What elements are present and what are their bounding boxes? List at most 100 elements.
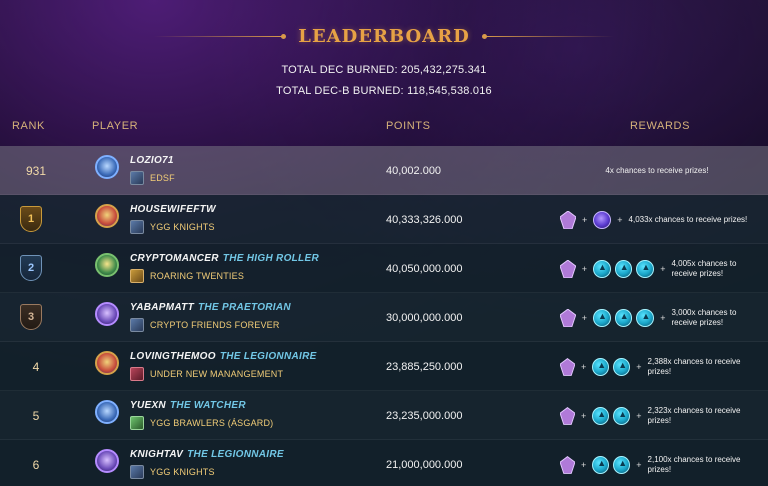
column-header-rank: RANK [12, 120, 45, 132]
player-name[interactable]: KNIGHTAV THE LEGIONNAIRE [130, 449, 284, 460]
total-dec-b-burned: TOTAL DEC-B BURNED: 118,545,538.016 [276, 85, 492, 97]
shard-reward-icon [560, 259, 576, 278]
coin-reward-icon [593, 259, 611, 278]
points-value: 23,235,000.000 [386, 409, 463, 422]
player-name-text: KNIGHTAV [130, 449, 184, 460]
guild-name[interactable]: UNDER NEW MANANGEMENT [150, 369, 283, 379]
shard-reward-icon [560, 455, 575, 474]
guild-name[interactable]: CRYPTO FRIENDS FOREVER [150, 320, 280, 330]
player-title: THE LEGIONNAIRE [219, 351, 317, 362]
rank-value: 4 [32, 359, 40, 374]
player-name[interactable]: CRYPTOMANCER THE HIGH ROLLER [130, 253, 319, 264]
table-row[interactable]: 4 LOVINGTHEMOO THE LEGIONNAIRE UNDER NEW … [0, 342, 768, 391]
guild-crest-icon [130, 416, 144, 430]
table-row[interactable]: 5 YUEXN THE WATCHER YGG BRAWLERS (ÁSGARD)… [0, 391, 768, 440]
guild-name[interactable]: ROARING TWENTIES [150, 271, 244, 281]
rewards-text: 2,388x chances to receive prizes! [647, 356, 741, 376]
player-name-text: YUEXN [130, 400, 166, 411]
points-value: 40,002.000 [386, 164, 442, 177]
rewards-text: 4,005x chances to receive prizes! [671, 258, 737, 278]
total-dec-burned: TOTAL DEC BURNED: 205,432,275.341 [281, 64, 487, 76]
rewards-text: 2,100x chances to receive prizes! [647, 454, 741, 474]
orb-reward-icon [593, 210, 612, 229]
avatar[interactable] [95, 302, 119, 326]
player-title: THE PRAETORIAN [198, 302, 291, 313]
rewards-cell: + + 2,323x chances to receive prizes! [560, 391, 760, 440]
rank-value: 1 [27, 213, 35, 225]
player-name[interactable]: YABAPMATT THE PRAETORIAN [130, 302, 291, 313]
rewards-text: 4,033x chances to receive prizes! [628, 214, 748, 224]
plus-icon: + [636, 459, 642, 470]
plus-icon: + [660, 263, 666, 274]
points-value: 40,050,000.000 [386, 262, 463, 275]
avatar[interactable] [95, 155, 119, 179]
player-name[interactable]: LOVINGTHEMOO THE LEGIONNAIRE [130, 351, 317, 362]
guild-name[interactable]: YGG KNIGHTS [150, 467, 215, 477]
coin-reward-icon [613, 455, 631, 474]
title-divider-right [481, 33, 614, 39]
plus-icon: + [581, 361, 587, 372]
rank-badge-icon: 2 [20, 255, 42, 281]
rank-value: 3 [27, 311, 35, 323]
coin-reward-icon [636, 259, 655, 278]
shard-reward-icon [560, 357, 575, 376]
rewards-cell: + + 3,000x chances to receive prizes! [560, 293, 760, 342]
guild-crest-icon [130, 367, 144, 381]
rewards-text: 4x chances to receive prizes! [605, 166, 709, 175]
player-name-text: LOVINGTHEMOO [130, 351, 216, 362]
plus-icon: + [582, 214, 588, 225]
title-row: LEADERBOARD [0, 22, 768, 50]
title-divider-left [154, 33, 287, 39]
table-row-current-player[interactable]: 931 LOZIO71 EDSF 40,002.000 4x chances t… [0, 146, 768, 195]
rewards-cell: + + 4,033x chances to receive prizes! [560, 195, 760, 244]
player-name-text: CRYPTOMANCER [130, 253, 219, 264]
player-title: THE LEGIONNAIRE [187, 449, 284, 460]
coin-reward-icon [592, 455, 610, 474]
guild-name[interactable]: YGG BRAWLERS (ÁSGARD) [150, 418, 273, 428]
shard-reward-icon [560, 308, 576, 327]
points-value: 40,333,326.000 [386, 213, 463, 226]
player-name-text: LOZIO71 [130, 155, 174, 166]
avatar[interactable] [95, 449, 119, 473]
player-name[interactable]: YUEXN THE WATCHER [130, 400, 246, 411]
leaderboard-header: LEADERBOARD TOTAL DEC BURNED: 205,432,27… [0, 0, 768, 118]
player-name[interactable]: HOUSEWIFEFTW [130, 204, 216, 215]
table-row[interactable]: 1 HOUSEWIFEFTW YGG KNIGHTS 40,333,326.00… [0, 195, 768, 244]
plus-icon: + [660, 312, 666, 323]
column-headers: RANK PLAYER POINTS REWARDS [0, 120, 768, 134]
leaderboard-table: 931 LOZIO71 EDSF 40,002.000 4x chances t… [0, 146, 768, 486]
coin-reward-icon [592, 406, 610, 425]
table-row[interactable]: 3 YABAPMATT THE PRAETORIAN CRYPTO FRIENDS… [0, 293, 768, 342]
table-row[interactable]: 2 CRYPTOMANCER THE HIGH ROLLER ROARING TW… [0, 244, 768, 293]
plus-icon: + [581, 263, 587, 274]
plus-icon: + [581, 410, 587, 421]
points-value: 21,000,000.000 [386, 458, 463, 471]
rank-value: 5 [32, 408, 40, 423]
column-header-rewards: REWARDS [630, 120, 691, 132]
avatar[interactable] [95, 253, 119, 277]
page-title: LEADERBOARD [298, 25, 470, 47]
plus-icon: + [581, 459, 587, 470]
table-row[interactable]: 6 KNIGHTAV THE LEGIONNAIRE YGG KNIGHTS 21… [0, 440, 768, 486]
coin-reward-icon [593, 308, 611, 327]
avatar[interactable] [95, 400, 119, 424]
rewards-text: 3,000x chances to receive prizes! [671, 307, 737, 327]
coin-reward-icon [613, 357, 631, 376]
rank-badge-icon: 1 [20, 206, 42, 232]
player-name[interactable]: LOZIO71 [130, 155, 174, 166]
rank-badge-icon: 3 [20, 304, 42, 330]
avatar[interactable] [95, 204, 119, 228]
guild-crest-icon [130, 269, 144, 283]
guild-name[interactable]: YGG KNIGHTS [150, 222, 215, 232]
coin-reward-icon [592, 357, 610, 376]
guild-crest-icon [130, 465, 144, 479]
player-name-text: HOUSEWIFEFTW [130, 204, 216, 215]
rank-value: 6 [32, 457, 40, 472]
player-name-text: YABAPMATT [130, 302, 194, 313]
plus-icon: + [636, 410, 642, 421]
shard-reward-icon [560, 406, 575, 425]
avatar[interactable] [95, 351, 119, 375]
guild-name[interactable]: EDSF [150, 173, 175, 183]
guild-crest-icon [130, 171, 144, 185]
rank-value: 931 [25, 163, 47, 178]
